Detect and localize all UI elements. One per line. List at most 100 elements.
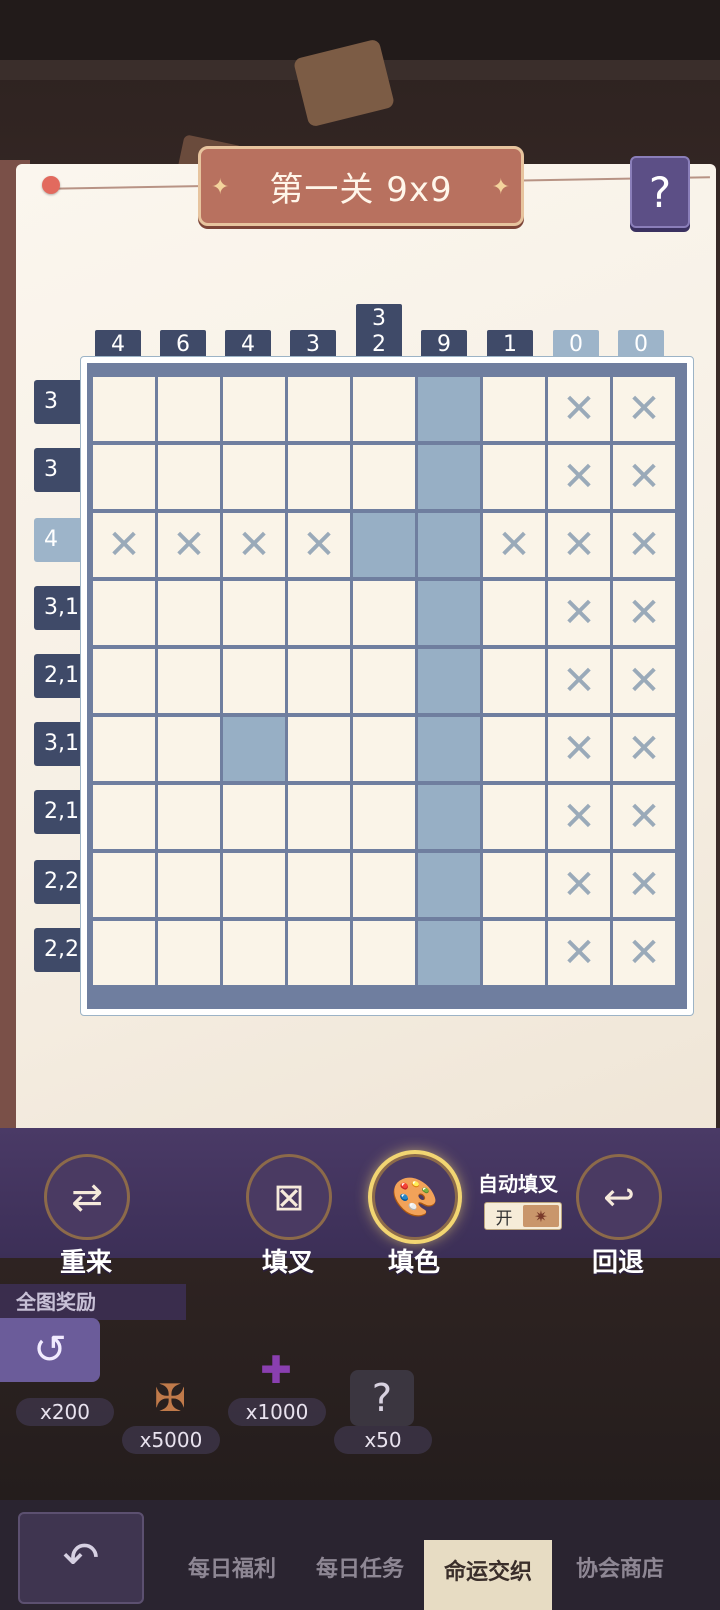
grid-cell[interactable] xyxy=(288,717,350,781)
grid-cell[interactable] xyxy=(223,581,285,645)
grid-cell[interactable] xyxy=(93,581,155,645)
grid-cell-filled[interactable] xyxy=(418,717,480,781)
grid-cell-crossed[interactable]: ✕ xyxy=(613,785,675,849)
grid-cell[interactable] xyxy=(483,921,545,985)
column-clue-number: 2 xyxy=(372,332,386,357)
grid-cell[interactable] xyxy=(288,853,350,917)
grid-cell[interactable] xyxy=(93,717,155,781)
grid-cell-crossed[interactable]: ✕ xyxy=(613,649,675,713)
grid-cell-crossed[interactable]: ✕ xyxy=(548,785,610,849)
grid-cell-crossed[interactable]: ✕ xyxy=(548,649,610,713)
grid-cell[interactable] xyxy=(223,921,285,985)
fill-color-button[interactable]: 🎨 填色 xyxy=(372,1154,458,1279)
grid-cell[interactable] xyxy=(158,921,220,985)
grid-cell-crossed[interactable]: ✕ xyxy=(223,513,285,577)
grid-cell-crossed[interactable]: ✕ xyxy=(548,853,610,917)
grid-cell-filled[interactable] xyxy=(418,649,480,713)
grid-cell-crossed[interactable]: ✕ xyxy=(548,513,610,577)
grid-cell[interactable] xyxy=(288,649,350,713)
grid-cell[interactable] xyxy=(223,377,285,441)
cross-mark-icon: ✕ xyxy=(562,658,596,704)
undo-button[interactable]: ↩ 回退 xyxy=(576,1154,662,1279)
grid-cell[interactable] xyxy=(483,377,545,441)
grid-cell[interactable] xyxy=(483,717,545,781)
grid-cell-crossed[interactable]: ✕ xyxy=(613,717,675,781)
grid-cell-crossed[interactable]: ✕ xyxy=(613,445,675,509)
grid-cell[interactable] xyxy=(353,445,415,509)
grid-cell[interactable] xyxy=(353,377,415,441)
grid-cell[interactable] xyxy=(353,853,415,917)
grid-cell-crossed[interactable]: ✕ xyxy=(613,853,675,917)
grid-cell[interactable] xyxy=(353,581,415,645)
grid-cell-crossed[interactable]: ✕ xyxy=(613,513,675,577)
grid-cell-crossed[interactable]: ✕ xyxy=(93,513,155,577)
grid-cell[interactable] xyxy=(223,785,285,849)
grid-cell[interactable] xyxy=(158,717,220,781)
grid-cell-crossed[interactable]: ✕ xyxy=(158,513,220,577)
grid-cell[interactable] xyxy=(483,445,545,509)
grid-cell[interactable] xyxy=(158,445,220,509)
grid-cell[interactable] xyxy=(223,445,285,509)
grid-cell[interactable] xyxy=(93,377,155,441)
grid-cell[interactable] xyxy=(353,921,415,985)
grid-cell-crossed[interactable]: ✕ xyxy=(613,377,675,441)
grid-cell-filled[interactable] xyxy=(353,513,415,577)
reward-item[interactable]: ? x50 xyxy=(334,1370,432,1454)
grid-cell[interactable] xyxy=(93,921,155,985)
grid-cell[interactable] xyxy=(288,445,350,509)
grid-cell-crossed[interactable]: ✕ xyxy=(548,921,610,985)
grid-cell-filled[interactable] xyxy=(418,785,480,849)
grid-cell[interactable] xyxy=(288,581,350,645)
grid-cell[interactable] xyxy=(93,785,155,849)
grid-cell[interactable] xyxy=(483,785,545,849)
grid-cell[interactable] xyxy=(93,853,155,917)
grid-cell[interactable] xyxy=(158,785,220,849)
grid-cell-filled[interactable] xyxy=(223,717,285,781)
grid-cell-crossed[interactable]: ✕ xyxy=(613,581,675,645)
grid-cell[interactable] xyxy=(483,649,545,713)
grid-cell[interactable] xyxy=(158,649,220,713)
grid-cell[interactable] xyxy=(93,445,155,509)
grid-cell[interactable] xyxy=(158,377,220,441)
column-clue-number: 3 xyxy=(306,332,320,357)
grid-cell[interactable] xyxy=(158,853,220,917)
tab-fate-weave[interactable]: 命运交织 xyxy=(424,1540,552,1610)
grid-cell-crossed[interactable]: ✕ xyxy=(548,445,610,509)
restart-button[interactable]: ⇄ 重来 xyxy=(44,1154,130,1279)
auto-fill-toggle[interactable]: 开 ✷ xyxy=(484,1202,562,1230)
grid-cell-filled[interactable] xyxy=(418,921,480,985)
tab-daily-tasks[interactable]: 每日任务 xyxy=(296,1540,424,1600)
grid-cell-filled[interactable] xyxy=(418,581,480,645)
grid-cell[interactable] xyxy=(93,649,155,713)
grid-cell-crossed[interactable]: ✕ xyxy=(613,921,675,985)
grid-cell-crossed[interactable]: ✕ xyxy=(483,513,545,577)
grid-cell-filled[interactable] xyxy=(418,445,480,509)
grid-cell-crossed[interactable]: ✕ xyxy=(548,717,610,781)
column-clue-number: 0 xyxy=(634,332,648,357)
reward-item[interactable]: ✚ x1000 xyxy=(228,1342,326,1426)
grid-cell[interactable] xyxy=(288,377,350,441)
grid-cell[interactable] xyxy=(353,785,415,849)
grid-cell-crossed[interactable]: ✕ xyxy=(548,377,610,441)
grid-cell[interactable] xyxy=(223,649,285,713)
reward-item[interactable]: x200 xyxy=(16,1342,114,1426)
grid-cell[interactable] xyxy=(158,581,220,645)
grid-cell-filled[interactable] xyxy=(418,853,480,917)
grid-cell-crossed[interactable]: ✕ xyxy=(288,513,350,577)
grid-cell[interactable] xyxy=(483,581,545,645)
grid-cell[interactable] xyxy=(223,853,285,917)
reward-item[interactable]: ✠ x5000 xyxy=(122,1370,220,1454)
help-button[interactable]: ? xyxy=(630,156,690,228)
back-button[interactable]: ↶ xyxy=(18,1512,144,1604)
grid-cell[interactable] xyxy=(288,921,350,985)
grid-cell-filled[interactable] xyxy=(418,513,480,577)
grid-cell[interactable] xyxy=(353,717,415,781)
tab-daily-welfare[interactable]: 每日福利 xyxy=(168,1540,296,1600)
grid-cell[interactable] xyxy=(288,785,350,849)
grid-cell-crossed[interactable]: ✕ xyxy=(548,581,610,645)
fill-x-button[interactable]: ⊠ 填叉 xyxy=(246,1154,332,1279)
grid-cell[interactable] xyxy=(483,853,545,917)
grid-cell[interactable] xyxy=(353,649,415,713)
tab-guild-shop[interactable]: 协会商店 xyxy=(556,1540,684,1600)
grid-cell-filled[interactable] xyxy=(418,377,480,441)
